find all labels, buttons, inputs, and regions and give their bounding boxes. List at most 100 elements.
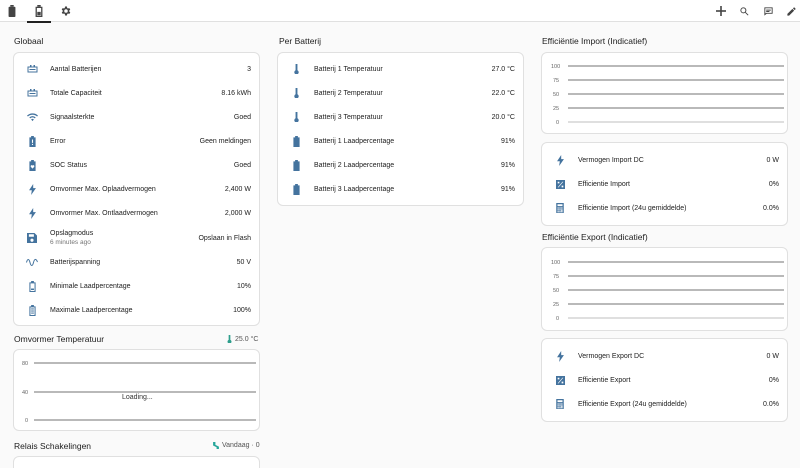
opslagmodus-timestamp: 6 minutes ago: [50, 239, 91, 246]
battery-low-icon: [24, 280, 40, 292]
battery-icon: [8, 5, 16, 17]
tick-label: 75: [553, 274, 559, 280]
add-button[interactable]: [711, 0, 731, 22]
top-bar: [0, 0, 800, 23]
floppy-icon: [24, 233, 40, 243]
omvormer-temp-chart-card: 80 40 0 Loading...: [13, 349, 260, 431]
battery-full-icon: [288, 159, 304, 171]
eff-export-row[interactable]: Efficientie Export (24u gemiddelde) 0.0%: [552, 393, 779, 415]
battery-alert-icon: [24, 135, 40, 147]
assist-button[interactable]: [758, 0, 778, 22]
eff-export-row[interactable]: Efficientie Export 0%: [552, 369, 779, 391]
lightning-icon: [552, 350, 568, 362]
percent-icon: [552, 179, 568, 189]
eff-export-chart-card: 100 75 50 25 0: [541, 247, 788, 331]
battery-outline-icon: [35, 5, 43, 17]
eff-export-row[interactable]: Vermogen Export DC 0 W: [552, 345, 779, 367]
section-title-eff-import: Efficiëntie Import (Indicatief): [542, 36, 648, 46]
relais-reading: Vandaag · 0: [213, 442, 260, 449]
globaal-row-soc[interactable]: SOC Status Goed: [24, 154, 251, 176]
eff-import-card: Vermogen Import DC 0 W Efficientie Impor…: [541, 142, 788, 226]
per-batterij-card: Batterij 1 Temperatuur 27.0 °C Batterij …: [277, 52, 524, 206]
relais-value: Vandaag · 0: [222, 442, 260, 449]
tick-label: 40: [22, 390, 28, 396]
battery-full-icon: [288, 135, 304, 147]
tick-label: 25: [553, 106, 559, 112]
battery-full-icon: [288, 183, 304, 195]
globaal-row-error[interactable]: Error Geen meldingen: [24, 130, 251, 152]
tab-battery-active[interactable]: [27, 0, 51, 23]
batterij-row[interactable]: Batterij 1 Temperatuur 27.0 °C: [288, 58, 515, 80]
thermometer-icon: [288, 112, 304, 122]
omvormer-temp-value: 25.0 °C: [235, 335, 259, 343]
calculator-icon: [552, 203, 568, 213]
battery-bank-icon: [24, 88, 40, 98]
globaal-row-spanning[interactable]: Batterijspanning 50 V: [24, 251, 251, 273]
relay-switch-icon: [213, 442, 219, 449]
tick-label: 50: [553, 288, 559, 294]
tick-label: 0: [25, 418, 28, 424]
battery-full-icon: [24, 304, 40, 316]
tick-label: 80: [22, 361, 28, 367]
calculator-icon: [552, 399, 568, 409]
section-title-eff-export: Efficiëntie Export (Indicatief): [542, 232, 648, 242]
search-button[interactable]: [734, 0, 754, 22]
batterij-row[interactable]: Batterij 1 Laadpercentage 91%: [288, 130, 515, 152]
globaal-row-aantal[interactable]: Aantal Batterijen 3: [24, 58, 251, 80]
lightning-icon: [24, 183, 40, 195]
batterij-row[interactable]: Batterij 2 Temperatuur 22.0 °C: [288, 82, 515, 104]
omvormer-temp-reading: 25.0 °C: [227, 335, 258, 343]
search-icon: [739, 6, 748, 16]
tick-label: 50: [553, 92, 559, 98]
tick-label: 75: [553, 78, 559, 84]
tick-label: 0: [556, 120, 559, 126]
tick-label: 0: [556, 316, 559, 322]
globaal-row-opslagmodus[interactable]: Opslagmodus 6 minutes ago Opslaan in Flas…: [24, 225, 251, 251]
eff-import-row[interactable]: Efficientie Import (24u gemiddelde) 0.0%: [552, 197, 779, 219]
percent-icon: [552, 375, 568, 385]
globaal-row-ontlaad[interactable]: Omvormer Max. Ontlaadvermogen 2,000 W: [24, 202, 251, 224]
eff-export-card: Vermogen Export DC 0 W Efficientie Expor…: [541, 338, 788, 422]
gear-icon: [61, 6, 71, 16]
section-title-omvormer-temp: Omvormer Temperatuur: [14, 334, 105, 344]
batterij-row[interactable]: Batterij 3 Laadpercentage 91%: [288, 178, 515, 200]
globaal-card: Aantal Batterijen 3 Totale Capaciteit 8.…: [13, 52, 260, 326]
eff-export-chart: 100 75 50 25 0: [551, 260, 784, 322]
section-title-per-batterij: Per Batterij: [279, 36, 322, 46]
edit-button[interactable]: [781, 0, 800, 22]
eff-import-chart: 100 75 50 25 0: [551, 64, 784, 126]
section-title-globaal: Globaal: [14, 36, 44, 46]
loading-text: Loading...: [122, 394, 153, 401]
pencil-icon: [786, 6, 796, 16]
relais-card: [13, 456, 260, 468]
opslagmodus-label: Opslagmodus: [50, 230, 94, 237]
globaal-row-signaal[interactable]: Signaalsterkte Goed: [24, 106, 251, 128]
assist-icon: [763, 6, 773, 16]
batterij-row[interactable]: Batterij 3 Temperatuur 20.0 °C: [288, 106, 515, 128]
thermometer-icon: [288, 88, 304, 98]
batterij-row[interactable]: Batterij 2 Laadpercentage 91%: [288, 154, 515, 176]
plus-icon: [716, 6, 726, 16]
lightning-icon: [24, 207, 40, 219]
thermometer-icon: [288, 64, 304, 74]
globaal-row-oplaad[interactable]: Omvormer Max. Oplaadvermogen 2,400 W: [24, 178, 251, 200]
tab-settings[interactable]: [54, 0, 78, 22]
globaal-row-max[interactable]: Maximale Laadpercentage 100%: [24, 299, 251, 321]
section-title-relais: Relais Schakelingen: [14, 441, 92, 451]
tick-label: 25: [553, 302, 559, 308]
eff-import-row[interactable]: Vermogen Import DC 0 W: [552, 149, 779, 171]
wifi-icon: [24, 112, 40, 122]
eff-import-chart-card: 100 75 50 25 0: [541, 52, 788, 134]
tick-label: 100: [551, 64, 560, 70]
battery-bank-icon: [24, 64, 40, 74]
globaal-row-capaciteit[interactable]: Totale Capaciteit 8.16 kWh: [24, 82, 251, 104]
thermometer-icon: [227, 335, 232, 343]
tick-label: 100: [551, 260, 560, 266]
lightning-icon: [552, 154, 568, 166]
sine-wave-icon: [24, 258, 40, 267]
battery-heart-icon: [24, 159, 40, 171]
omvormer-temp-chart: 80 40 0 Loading...: [22, 361, 256, 424]
eff-import-row[interactable]: Efficientie Import 0%: [552, 173, 779, 195]
globaal-row-min[interactable]: Minimale Laadpercentage 10%: [24, 275, 251, 297]
tab-battery[interactable]: [0, 0, 24, 22]
